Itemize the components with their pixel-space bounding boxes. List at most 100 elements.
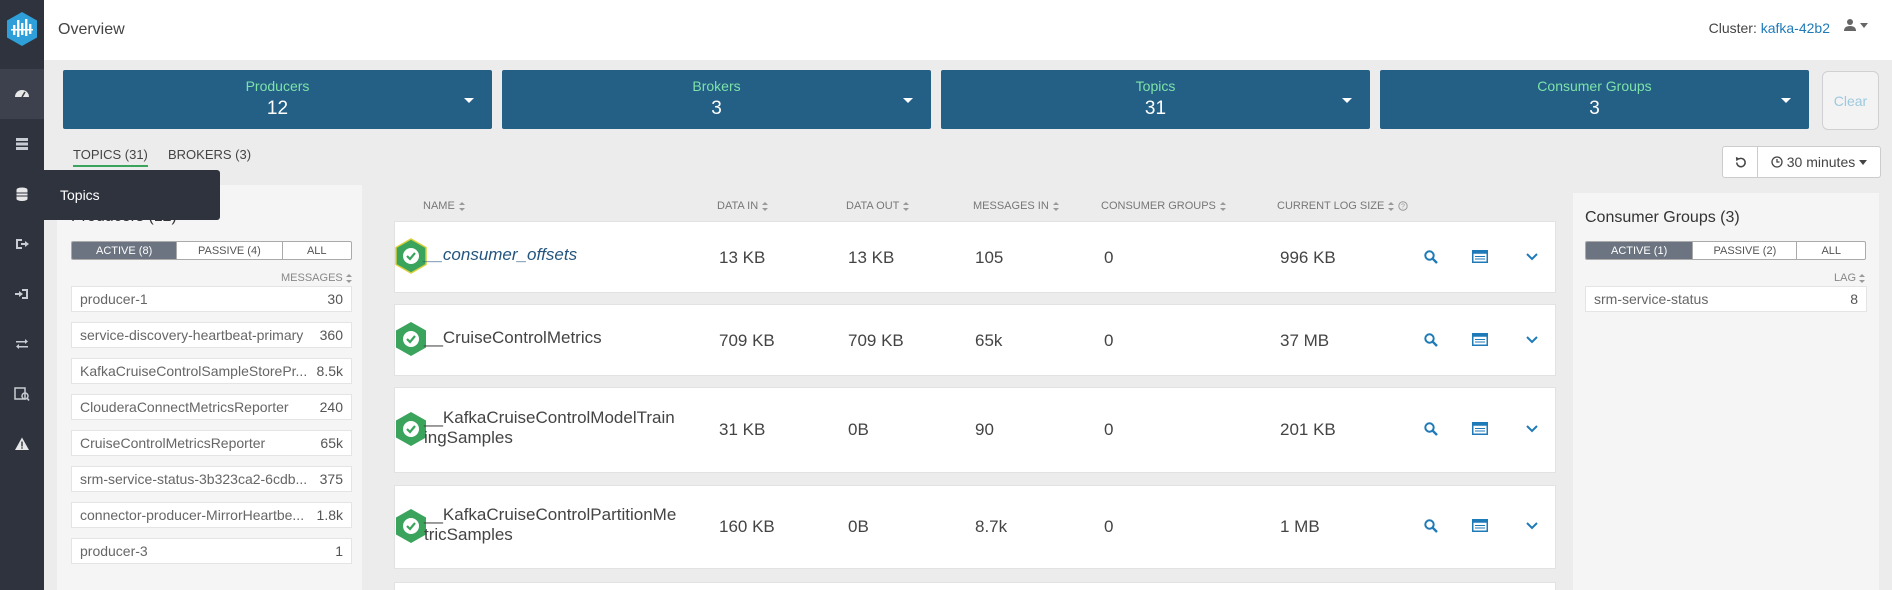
card-topics[interactable]: Topics 31: [941, 70, 1370, 129]
producer-item[interactable]: service-discovery-heartbeat-primary 360: [71, 322, 352, 348]
messages-column-header[interactable]: MESSAGES: [281, 272, 352, 284]
nav-replications[interactable]: [0, 319, 44, 369]
sort-icon: [345, 273, 352, 283]
filter-active[interactable]: ACTIVE (8): [72, 242, 178, 259]
messages-in: 105: [975, 248, 1004, 267]
filter-all[interactable]: ALL: [1797, 242, 1865, 259]
col-consumer-groups[interactable]: CONSUMER GROUPS: [1101, 200, 1226, 212]
col-data-in[interactable]: DATA IN: [717, 200, 769, 212]
topic-row[interactable]: __CruiseControlMetrics 709 KB 709 KB 65k…: [394, 304, 1556, 376]
card-value: 31: [1144, 98, 1167, 119]
clear-button[interactable]: Clear: [1822, 71, 1879, 130]
svg-text:?: ?: [1401, 204, 1405, 211]
producer-item[interactable]: producer-3 1: [71, 538, 352, 564]
top-header: Overview Cluster: kafka-42b2: [44, 0, 1892, 60]
producer-count: 375: [319, 471, 343, 487]
card-label: Consumer Groups: [1537, 78, 1652, 94]
app-logo[interactable]: [0, 0, 44, 58]
nav-producers[interactable]: [0, 219, 44, 269]
consumer-groups: 0: [1104, 420, 1114, 439]
data-explorer-icon[interactable]: [1472, 422, 1488, 435]
producer-item[interactable]: CruiseControlMetricsReporter 65k: [71, 430, 352, 456]
filter-passive[interactable]: PASSIVE (4): [177, 242, 283, 259]
nav-overview[interactable]: [0, 69, 44, 119]
column-label: DATA IN: [717, 200, 759, 212]
cluster-link[interactable]: kafka-42b2: [1761, 20, 1830, 36]
refresh-button[interactable]: [1722, 146, 1758, 178]
producer-count: 240: [319, 399, 343, 415]
sort-icon: [762, 201, 769, 211]
producer-item[interactable]: connector-producer-MirrorHeartbe... 1.8k: [71, 502, 352, 528]
topic-name-line: ingSamples: [424, 428, 513, 447]
column-label: LAG: [1834, 272, 1857, 284]
search-icon[interactable]: [1424, 250, 1438, 264]
col-messages-in[interactable]: MESSAGES IN: [973, 200, 1059, 212]
topic-row[interactable]: __KafkaCruiseControlPartitionMe tricSamp…: [394, 485, 1556, 569]
data-explorer-icon[interactable]: [1472, 250, 1488, 263]
caret-down-icon: [464, 98, 474, 103]
data-in: 709 KB: [719, 331, 775, 350]
status-ok-icon: [396, 412, 426, 446]
sort-icon: [1052, 201, 1059, 211]
topic-row[interactable]: [394, 582, 1556, 590]
lag-column-header[interactable]: LAG: [1834, 272, 1866, 284]
column-label: MESSAGES IN: [973, 200, 1049, 212]
producer-item[interactable]: KafkaCruiseControlSampleStorePr... 8.5k: [71, 358, 352, 384]
topic-row[interactable]: __consumer_offsets 13 KB 13 KB 105 0 996…: [394, 221, 1556, 293]
data-explorer-icon[interactable]: [1472, 519, 1488, 532]
producer-item[interactable]: ClouderaConnectMetricsReporter 240: [71, 394, 352, 420]
consumer-groups-filter: ACTIVE (1) PASSIVE (2) ALL: [1585, 241, 1866, 260]
time-range-dropdown[interactable]: 30 minutes: [1758, 146, 1881, 178]
sign-out-icon: [16, 239, 29, 249]
user-menu[interactable]: [1843, 18, 1868, 32]
card-brokers[interactable]: Brokers 3: [502, 70, 931, 129]
topic-name[interactable]: __CruiseControlMetrics: [424, 328, 602, 348]
logo-icon: [7, 12, 37, 46]
column-label: DATA OUT: [846, 200, 900, 212]
search-icon[interactable]: [1424, 333, 1438, 347]
topic-row[interactable]: __KafkaCruiseControlModelTrain ingSample…: [394, 387, 1556, 473]
filter-all[interactable]: ALL: [283, 242, 352, 259]
topic-name[interactable]: __KafkaCruiseControlModelTrain ingSample…: [424, 408, 675, 448]
search-icon[interactable]: [1424, 519, 1438, 533]
col-data-out[interactable]: DATA OUT: [846, 200, 910, 212]
data-explorer-icon[interactable]: [1472, 333, 1488, 346]
tab-brokers[interactable]: BROKERS (3): [168, 147, 251, 162]
sort-icon: [1219, 201, 1226, 211]
card-value: 3: [711, 98, 722, 119]
consumer-groups: 0: [1104, 331, 1114, 350]
card-producers[interactable]: Producers 12: [63, 70, 492, 129]
caret-down-icon: [1342, 98, 1352, 103]
topic-name-line: __KafkaCruiseControlModelTrain: [424, 408, 675, 427]
consumer-groups: 0: [1104, 517, 1114, 536]
chevron-down-icon[interactable]: [1526, 522, 1538, 530]
col-log-size[interactable]: CURRENT LOG SIZE ?: [1277, 200, 1409, 212]
chevron-down-icon[interactable]: [1526, 253, 1538, 261]
topic-name-link[interactable]: __consumer_offsets: [424, 245, 577, 265]
nav-topics[interactable]: [0, 169, 44, 219]
filter-passive[interactable]: PASSIVE (2): [1693, 242, 1798, 259]
producer-item[interactable]: producer-1 30: [71, 286, 352, 312]
producer-name: service-discovery-heartbeat-primary: [80, 327, 304, 343]
card-consumer-groups[interactable]: Consumer Groups 3: [1380, 70, 1809, 129]
nav-data-explorer[interactable]: [0, 369, 44, 419]
nav-consumers[interactable]: [0, 269, 44, 319]
consumer-group-item[interactable]: srm-service-status 8: [1585, 286, 1867, 312]
chevron-down-icon[interactable]: [1526, 336, 1538, 344]
card-value: 12: [266, 98, 289, 119]
tab-topics[interactable]: TOPICS (31): [73, 147, 148, 167]
topic-name[interactable]: __KafkaCruiseControlPartitionMe tricSamp…: [424, 505, 676, 545]
card-label: Producers: [245, 78, 310, 94]
search-icon[interactable]: [1424, 422, 1438, 436]
producer-count: 65k: [320, 435, 343, 451]
column-label: CONSUMER GROUPS: [1101, 200, 1216, 212]
nav-alerts[interactable]: [0, 419, 44, 469]
col-name[interactable]: NAME: [423, 200, 465, 212]
chevron-down-icon[interactable]: [1526, 425, 1538, 433]
nav-brokers[interactable]: [0, 119, 44, 169]
filter-active[interactable]: ACTIVE (1): [1586, 242, 1694, 259]
producer-item[interactable]: srm-service-status-3b323ca2-6cdb... 375: [71, 466, 352, 492]
sort-icon: [458, 201, 465, 211]
producer-name: ClouderaConnectMetricsReporter: [80, 399, 289, 415]
help-icon[interactable]: ?: [1398, 201, 1409, 211]
